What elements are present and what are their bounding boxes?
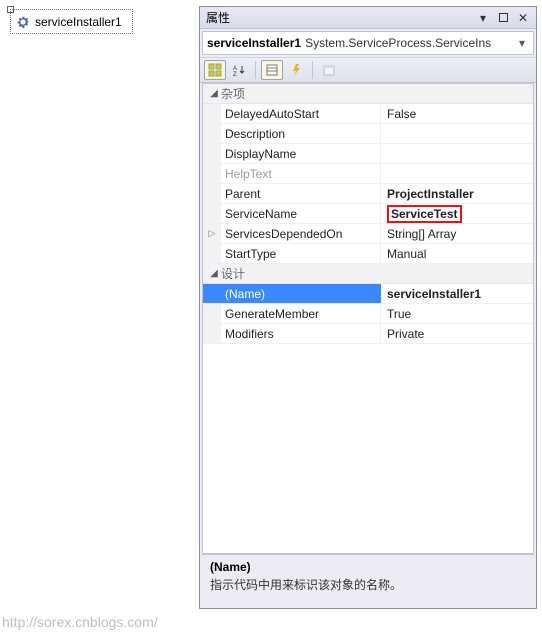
property-row[interactable]: Modifiers Private bbox=[203, 324, 533, 344]
property-name: ServicesDependedOn bbox=[221, 224, 381, 243]
description-title: (Name) bbox=[210, 560, 526, 574]
properties-button[interactable] bbox=[261, 60, 283, 80]
events-button[interactable] bbox=[285, 60, 307, 80]
category-label: 设计 bbox=[221, 265, 245, 282]
chevron-down-icon[interactable]: ▾ bbox=[515, 36, 529, 50]
property-name: DelayedAutoStart bbox=[221, 104, 381, 123]
property-name: Modifiers bbox=[221, 324, 381, 343]
categorized-button[interactable] bbox=[204, 60, 226, 80]
property-row[interactable]: GenerateMember True bbox=[203, 304, 533, 324]
collapse-icon[interactable]: ◢ bbox=[207, 88, 221, 99]
expand-icon[interactable]: ▷ bbox=[203, 224, 221, 243]
dropdown-icon[interactable]: ▾ bbox=[476, 11, 490, 25]
property-row[interactable]: DelayedAutoStart False bbox=[203, 104, 533, 124]
property-value[interactable]: serviceInstaller1 bbox=[381, 284, 533, 303]
property-name: StartType bbox=[221, 244, 381, 263]
property-row[interactable]: HelpText bbox=[203, 164, 533, 184]
property-value[interactable]: ServiceTest bbox=[381, 204, 533, 223]
property-value[interactable]: String[] Array bbox=[381, 224, 533, 243]
property-name: GenerateMember bbox=[221, 304, 381, 323]
property-name: ServiceName bbox=[221, 204, 381, 223]
property-row[interactable]: Description bbox=[203, 124, 533, 144]
designer-component[interactable]: serviceInstaller1 bbox=[10, 9, 133, 34]
designer-component-label: serviceInstaller1 bbox=[35, 15, 122, 29]
gear-icon bbox=[15, 14, 31, 30]
panel-titlebar[interactable]: 属性 ▾ ✕ bbox=[200, 7, 536, 29]
property-name: Description bbox=[221, 124, 381, 143]
property-grid[interactable]: ◢ 杂项 DelayedAutoStart False Description … bbox=[202, 83, 534, 554]
property-value[interactable]: Private bbox=[381, 324, 533, 343]
properties-toolbar: AZ bbox=[200, 57, 536, 83]
property-value[interactable]: True bbox=[381, 304, 533, 323]
close-icon[interactable]: ✕ bbox=[516, 11, 530, 25]
description-pane: (Name) 指示代码中用来标识该对象的名称。 bbox=[202, 554, 534, 606]
toolbar-separator bbox=[255, 61, 256, 79]
property-name: DisplayName bbox=[221, 144, 381, 163]
highlighted-value: ServiceTest bbox=[387, 205, 462, 223]
description-text: 指示代码中用来标识该对象的名称。 bbox=[210, 576, 526, 593]
property-value[interactable] bbox=[381, 164, 533, 183]
property-pages-button[interactable] bbox=[318, 60, 340, 80]
object-type: System.ServiceProcess.ServiceIns bbox=[305, 36, 515, 50]
property-row[interactable]: ▷ ServicesDependedOn String[] Array bbox=[203, 224, 533, 244]
property-row[interactable]: DisplayName bbox=[203, 144, 533, 164]
property-name: HelpText bbox=[221, 164, 381, 183]
properties-panel: 属性 ▾ ✕ serviceInstaller1 System.ServiceP… bbox=[199, 6, 537, 609]
toolbar-separator bbox=[312, 61, 313, 79]
category-design[interactable]: ◢ 设计 bbox=[203, 264, 533, 284]
property-row[interactable]: StartType Manual bbox=[203, 244, 533, 264]
category-label: 杂项 bbox=[221, 85, 245, 102]
object-name: serviceInstaller1 bbox=[207, 36, 301, 50]
collapse-icon[interactable]: ◢ bbox=[207, 268, 221, 279]
property-value[interactable]: False bbox=[381, 104, 533, 123]
object-selector[interactable]: serviceInstaller1 System.ServiceProcess.… bbox=[202, 31, 534, 55]
panel-title: 属性 bbox=[206, 9, 470, 26]
svg-text:Z: Z bbox=[233, 72, 237, 77]
alphabetical-button[interactable]: AZ bbox=[228, 60, 250, 80]
watermark: http://sorex.cnblogs.com/ bbox=[2, 614, 158, 630]
maximize-icon[interactable] bbox=[496, 11, 510, 25]
property-row[interactable]: Parent ProjectInstaller bbox=[203, 184, 533, 204]
property-name: Parent bbox=[221, 184, 381, 203]
property-value[interactable] bbox=[381, 124, 533, 143]
property-name: (Name) bbox=[221, 284, 381, 303]
property-value[interactable] bbox=[381, 144, 533, 163]
property-row[interactable]: ServiceName ServiceTest bbox=[203, 204, 533, 224]
property-value[interactable]: ProjectInstaller bbox=[381, 184, 533, 203]
property-row[interactable]: (Name) serviceInstaller1 bbox=[203, 284, 533, 304]
property-value[interactable]: Manual bbox=[381, 244, 533, 263]
category-misc[interactable]: ◢ 杂项 bbox=[203, 84, 533, 104]
